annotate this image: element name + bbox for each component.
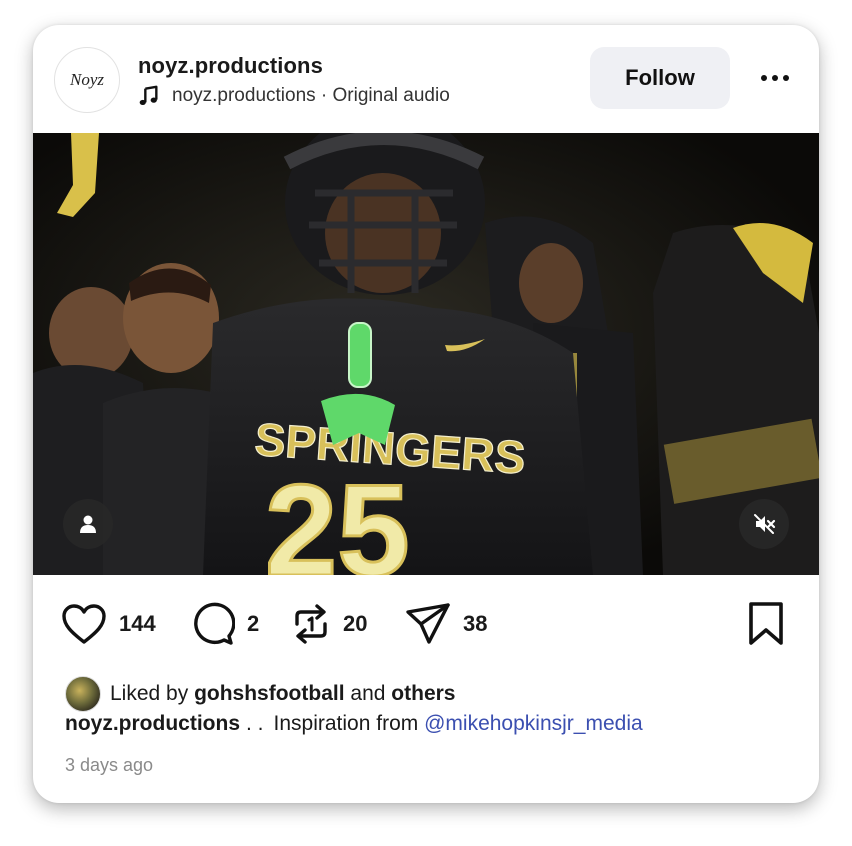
caption: noyz.productions . . Inspiration from @mik… [65, 712, 643, 736]
caption-mention[interactable]: @mikehopkinsjr_media [424, 712, 643, 735]
caption-dots: . . [246, 712, 264, 735]
comment-icon [194, 602, 235, 645]
mute-icon[interactable] [739, 499, 789, 549]
comment-button[interactable]: 2 [191, 601, 259, 647]
post-timestamp: 3 days ago [65, 755, 154, 775]
like-count: 144 [119, 611, 156, 636]
action-bar: 144 2 20 38 [33, 575, 819, 671]
heart-icon [62, 604, 106, 644]
avatar-text: Noyz [70, 70, 104, 89]
liked-by-row[interactable]: Liked by gohshsfootball and others [65, 676, 455, 712]
caption-username[interactable]: noyz.productions [65, 712, 240, 735]
follow-button[interactable]: Follow [590, 47, 730, 109]
audio-attribution[interactable]: noyz.productions · Original audio [138, 85, 450, 107]
audio-label: noyz.productions · Original audio [172, 85, 450, 106]
music-note-icon [139, 85, 158, 105]
bookmark-icon[interactable] [745, 601, 787, 647]
caption-text: Inspiration from [273, 712, 419, 735]
post-video[interactable]: SPRINGERS 25 [33, 133, 819, 575]
share-button[interactable]: 38 [405, 601, 487, 647]
liked-by-connector: and [350, 682, 386, 705]
repost-count: 20 [343, 611, 368, 636]
liked-by-prefix: Liked by [110, 682, 189, 705]
post-card: Noyz noyz.productions noyz.productions ·… [33, 25, 819, 803]
post-header: Noyz noyz.productions noyz.productions ·… [33, 25, 819, 133]
user-tag-icon[interactable] [63, 499, 113, 549]
like-button[interactable]: 144 [61, 601, 156, 647]
liked-by-user[interactable]: gohshsfootball [194, 682, 345, 706]
share-icon [406, 603, 450, 644]
jersey-number: 25 [265, 457, 410, 575]
profile-avatar[interactable]: Noyz [54, 47, 120, 113]
post-username[interactable]: noyz.productions [138, 53, 323, 79]
liked-by-others[interactable]: others [391, 682, 455, 706]
repost-button[interactable]: 20 [291, 601, 367, 647]
liker-avatar [65, 676, 101, 712]
comment-count: 2 [247, 611, 260, 636]
more-options-icon[interactable] [755, 65, 795, 91]
video-frame: SPRINGERS 25 [33, 133, 819, 575]
share-count: 38 [463, 611, 488, 636]
repost-icon [295, 604, 327, 644]
